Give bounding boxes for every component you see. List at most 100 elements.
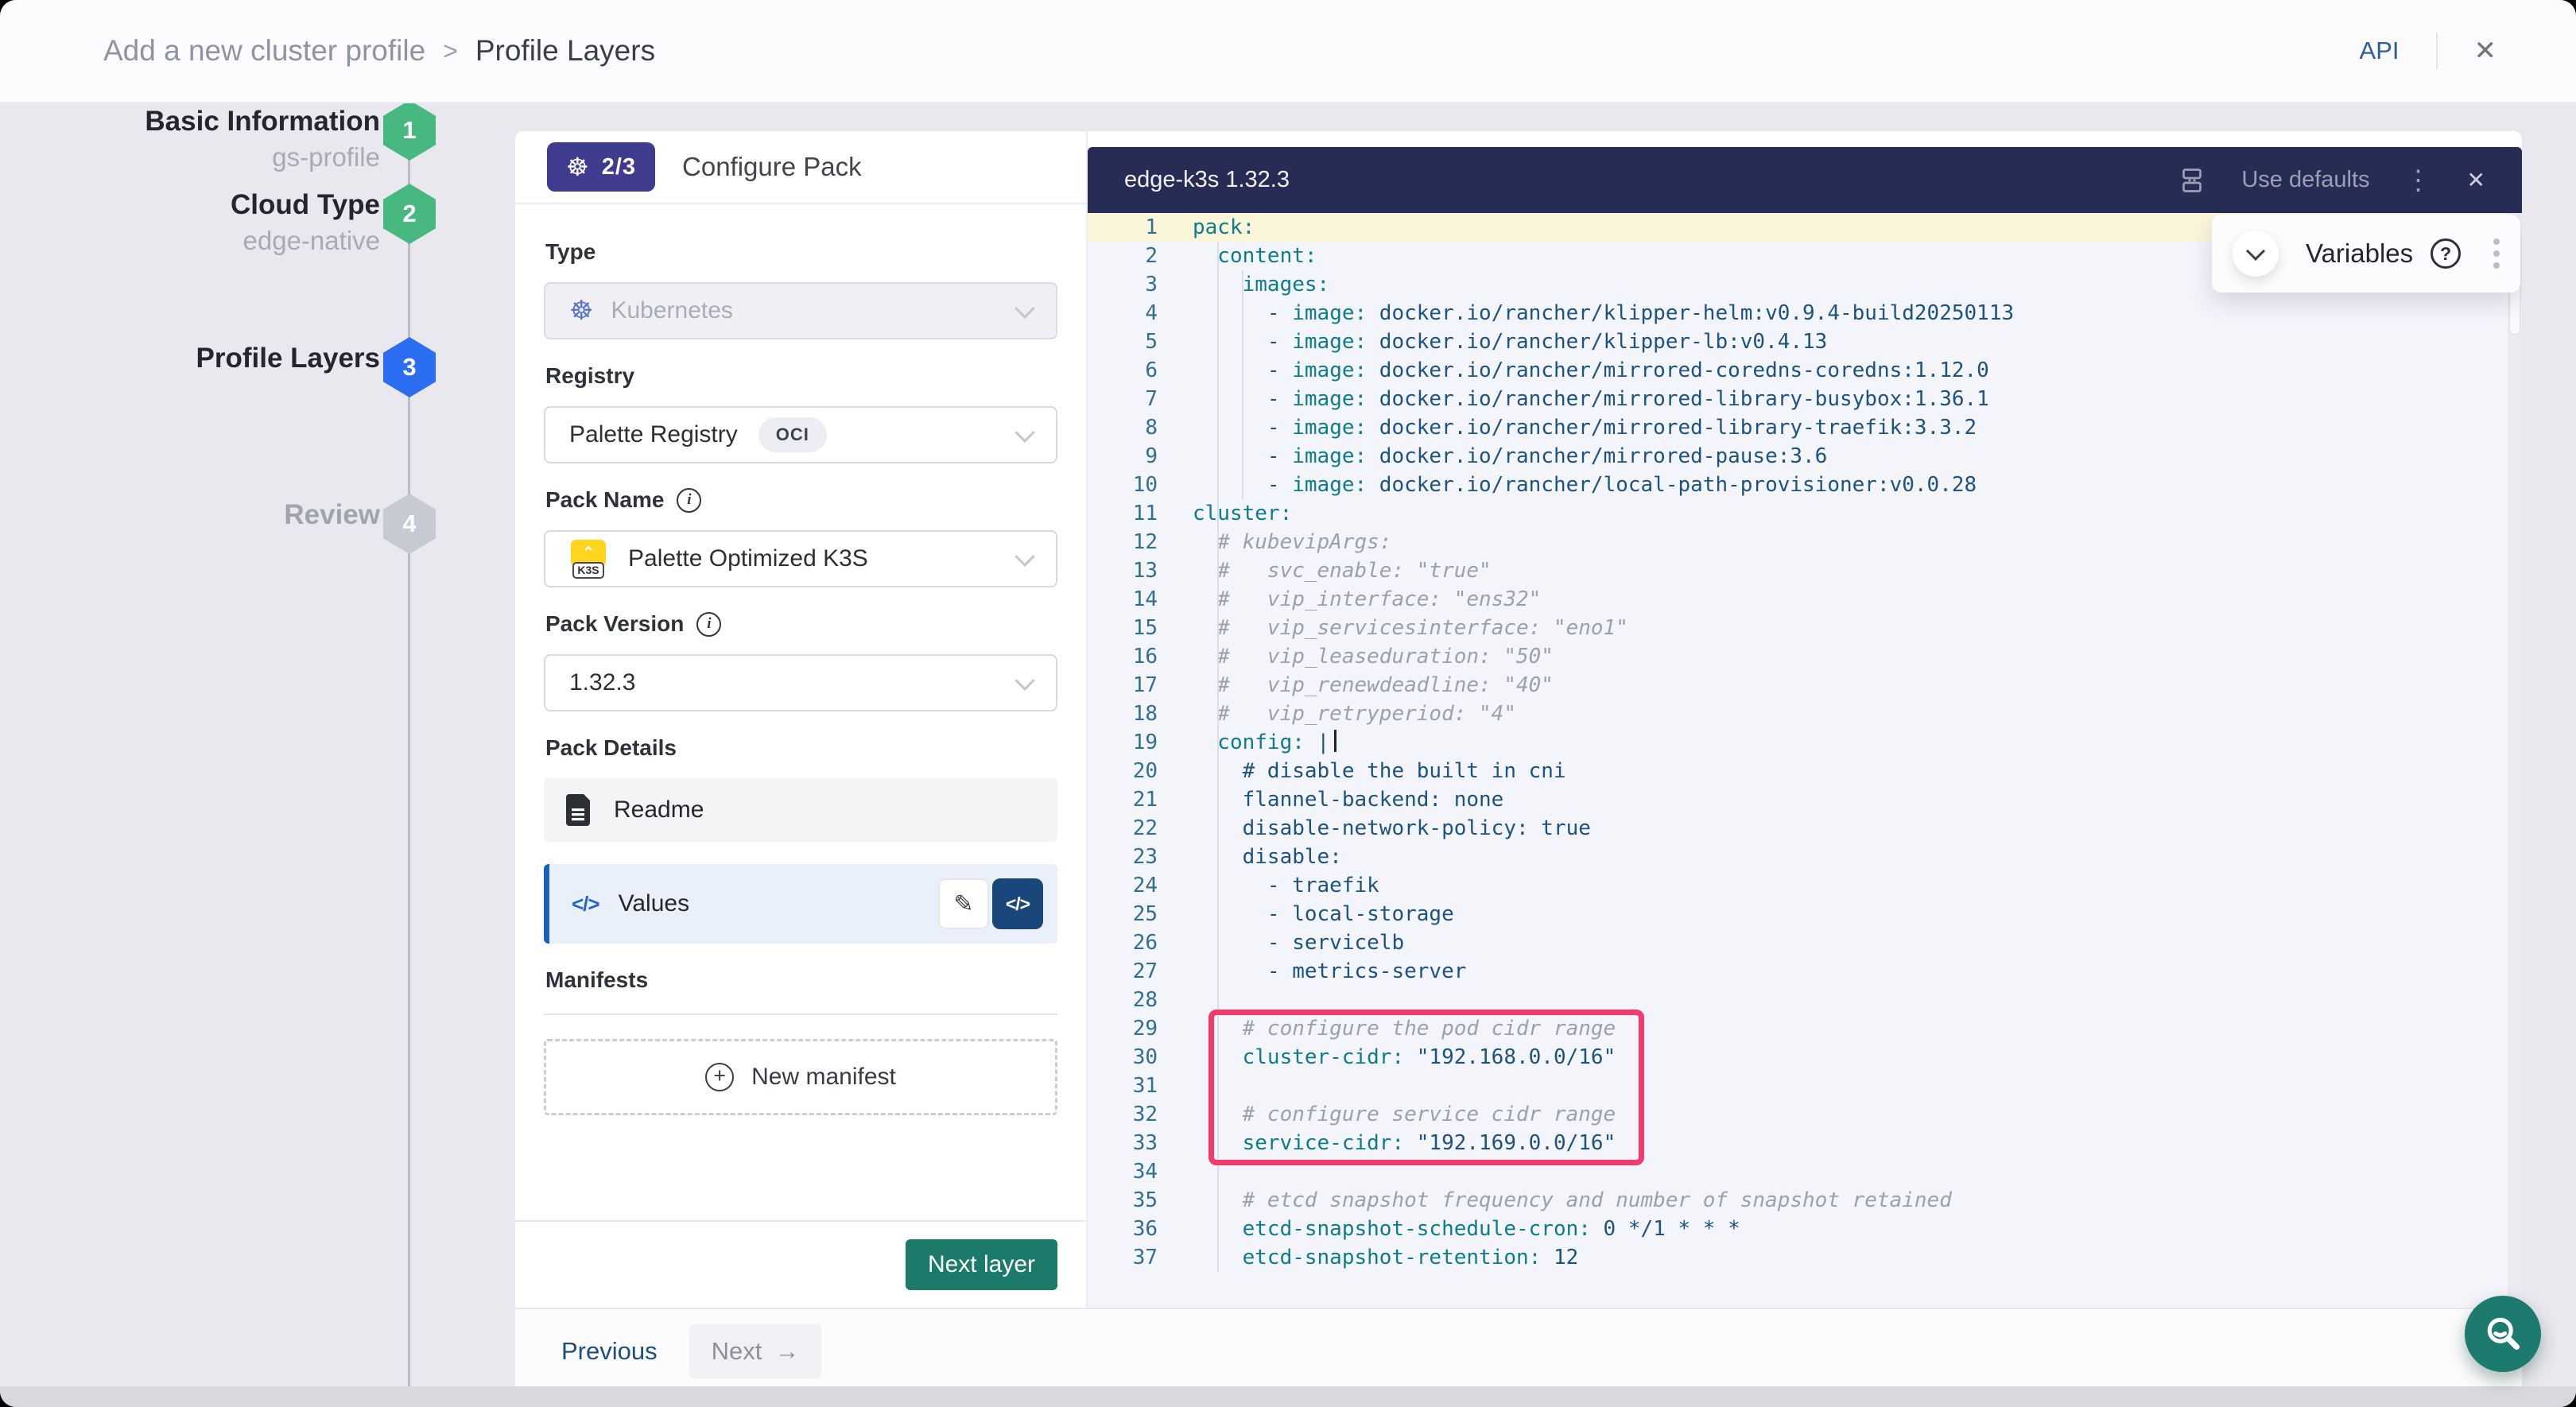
manifests-divider — [544, 1014, 1057, 1015]
diff-view-icon[interactable] — [2178, 166, 2206, 195]
editor-actions: Use defaults ⋮ ✕ — [2178, 166, 2485, 195]
code-line[interactable]: 16 # vip_leaseduration: "50" — [1088, 642, 2522, 671]
code-line[interactable]: 20 # disable the built in cni — [1088, 757, 2522, 785]
line-number: 10 — [1088, 471, 1158, 499]
code-line[interactable]: 15 # vip_servicesinterface: "eno1" — [1088, 614, 2522, 642]
step-badge: 2 — [383, 184, 436, 244]
code-token: # configure service cidr range — [1193, 1103, 1616, 1126]
code-icon: </> — [1006, 893, 1030, 915]
code-line[interactable]: 18 # vip_retryperiod: "4" — [1088, 700, 2522, 728]
code-line[interactable]: 14 # vip_interface: "ens32" — [1088, 585, 2522, 614]
line-number: 23 — [1088, 843, 1158, 871]
next-layer-button[interactable]: Next layer — [906, 1239, 1057, 1290]
line-number: 30 — [1088, 1043, 1158, 1072]
info-icon[interactable]: i — [696, 612, 721, 637]
api-button[interactable]: API — [2360, 37, 2399, 65]
code-line[interactable]: 30 cluster-cidr: "192.168.0.0/16" — [1088, 1043, 2522, 1072]
code-line[interactable]: 5 - image: docker.io/rancher/klipper-lb:… — [1088, 328, 2522, 356]
variables-collapse-button[interactable] — [2233, 231, 2279, 277]
stepper-step-review[interactable]: Review4 — [0, 497, 515, 616]
line-content — [1158, 986, 1193, 1014]
variables-kebab-icon[interactable] — [2493, 238, 2500, 269]
code-token: # svc_enable: "true" — [1193, 559, 1492, 583]
next-button[interactable]: Next → — [689, 1324, 822, 1378]
code-token: etcd-snapshot-schedule-cron: — [1193, 1217, 1591, 1241]
code-line[interactable]: 9 - image: docker.io/rancher/mirrored-pa… — [1088, 442, 2522, 471]
line-content: - image: docker.io/rancher/local-path-pr… — [1158, 471, 1977, 499]
code-line[interactable]: 29 # configure the pod cidr range — [1088, 1014, 2522, 1043]
editor-close-icon[interactable]: ✕ — [2467, 169, 2485, 192]
code-line[interactable]: 33 service-cidr: "192.169.0.0/16" — [1088, 1129, 2522, 1157]
line-number: 27 — [1088, 957, 1158, 986]
editor-pack-title: edge-k3s 1.32.3 — [1124, 167, 1290, 193]
code-token: content: — [1193, 244, 1317, 268]
line-content: - image: docker.io/rancher/mirrored-libr… — [1158, 413, 1977, 442]
readme-tab[interactable]: Readme — [544, 778, 1057, 842]
line-content: - traefik — [1158, 871, 1379, 900]
edit-values-button[interactable]: ✎ — [938, 878, 989, 929]
code-line[interactable]: 31 — [1088, 1072, 2522, 1100]
previous-button[interactable]: Previous — [561, 1337, 658, 1366]
code-line[interactable]: 23 disable: — [1088, 843, 2522, 871]
new-manifest-button[interactable]: + New manifest — [544, 1039, 1057, 1115]
code-line[interactable]: 12 # kubevipArgs: — [1088, 528, 2522, 556]
code-line[interactable]: 17 # vip_renewdeadline: "40" — [1088, 671, 2522, 700]
editor-scrollbar[interactable] — [2508, 213, 2522, 1308]
code-token: # vip_renewdeadline: "40" — [1193, 673, 1554, 697]
line-content: images: — [1158, 270, 1329, 299]
manifests-label: Manifests — [545, 967, 1057, 993]
code-token: - traefik — [1193, 874, 1379, 897]
pack-name-select[interactable]: ⌃ K3S Palette Optimized K3S — [544, 530, 1057, 587]
code-line[interactable]: 36 etcd-snapshot-schedule-cron: 0 */1 * … — [1088, 1215, 2522, 1243]
code-token: # configure the pod cidr range — [1193, 1017, 1616, 1041]
registry-select[interactable]: Palette Registry OCI — [544, 406, 1057, 463]
code-line[interactable]: 28 — [1088, 986, 2522, 1014]
pack-name-label: Pack Name i — [545, 487, 1057, 513]
line-content: pack: — [1158, 213, 1255, 242]
code-line[interactable]: 10 - image: docker.io/rancher/local-path… — [1088, 471, 2522, 499]
code-line[interactable]: 25 - local-storage — [1088, 900, 2522, 928]
use-defaults-button[interactable]: Use defaults — [2241, 167, 2369, 193]
line-content: - image: docker.io/rancher/klipper-lb:v0… — [1158, 328, 1827, 356]
code-token: image: — [1292, 473, 1367, 497]
help-icon[interactable]: ? — [2431, 238, 2461, 269]
code-line[interactable]: 7 - image: docker.io/rancher/mirrored-li… — [1088, 385, 2522, 413]
code-line[interactable]: 32 # configure service cidr range — [1088, 1100, 2522, 1129]
values-tab[interactable]: </> Values ✎ </> — [544, 864, 1057, 944]
code-line[interactable]: 21 flannel-backend: none — [1088, 785, 2522, 814]
kebab-menu-icon[interactable]: ⋮ — [2405, 167, 2432, 194]
search-fab-button[interactable] — [2465, 1296, 2541, 1372]
code-line[interactable]: 22 disable-network-policy: true — [1088, 814, 2522, 843]
code-line[interactable]: 6 - image: docker.io/rancher/mirrored-co… — [1088, 356, 2522, 385]
code-line[interactable]: 8 - image: docker.io/rancher/mirrored-li… — [1088, 413, 2522, 442]
code-line[interactable]: 26 - servicelb — [1088, 928, 2522, 957]
values-label: Values — [619, 890, 690, 917]
code-line[interactable]: 24 - traefik — [1088, 871, 2522, 900]
code-area[interactable]: 1pack:2 content:3 images:4 - image: dock… — [1088, 213, 2522, 1308]
breadcrumb-parent-link[interactable]: Add a new cluster profile — [103, 34, 425, 68]
stepper-step-cloud-type[interactable]: Cloud Typeedge-native2 — [0, 187, 515, 306]
code-line[interactable]: 4 - image: docker.io/rancher/klipper-hel… — [1088, 299, 2522, 328]
pencil-icon: ✎ — [953, 890, 973, 918]
step-title: Basic Information — [145, 103, 380, 140]
line-number: 14 — [1088, 585, 1158, 614]
code-line[interactable]: 11cluster: — [1088, 499, 2522, 528]
pack-version-value: 1.32.3 — [569, 669, 635, 696]
code-line[interactable]: 27 - metrics-server — [1088, 957, 2522, 986]
step-labels: Profile Layers — [196, 340, 381, 377]
line-number: 7 — [1088, 385, 1158, 413]
close-icon[interactable]: ✕ — [2474, 37, 2497, 64]
step-title: Review — [284, 497, 380, 533]
code-token: images: — [1193, 273, 1329, 297]
code-view-button[interactable]: </> — [992, 878, 1043, 929]
code-line[interactable]: 35 # etcd snapshot frequency and number … — [1088, 1186, 2522, 1215]
code-line[interactable]: 34 — [1088, 1157, 2522, 1186]
line-content: cluster-cidr: "192.168.0.0/16" — [1158, 1043, 1616, 1072]
info-icon[interactable]: i — [677, 488, 701, 513]
line-content: - image: docker.io/rancher/mirrored-libr… — [1158, 385, 1989, 413]
pack-version-select[interactable]: 1.32.3 — [544, 654, 1057, 711]
stepper-step-profile-layers[interactable]: Profile Layers3 — [0, 340, 515, 459]
code-line[interactable]: 13 # svc_enable: "true" — [1088, 556, 2522, 585]
code-line[interactable]: 19 config: | — [1088, 728, 2522, 757]
code-line[interactable]: 37 etcd-snapshot-retention: 12 — [1088, 1243, 2522, 1272]
